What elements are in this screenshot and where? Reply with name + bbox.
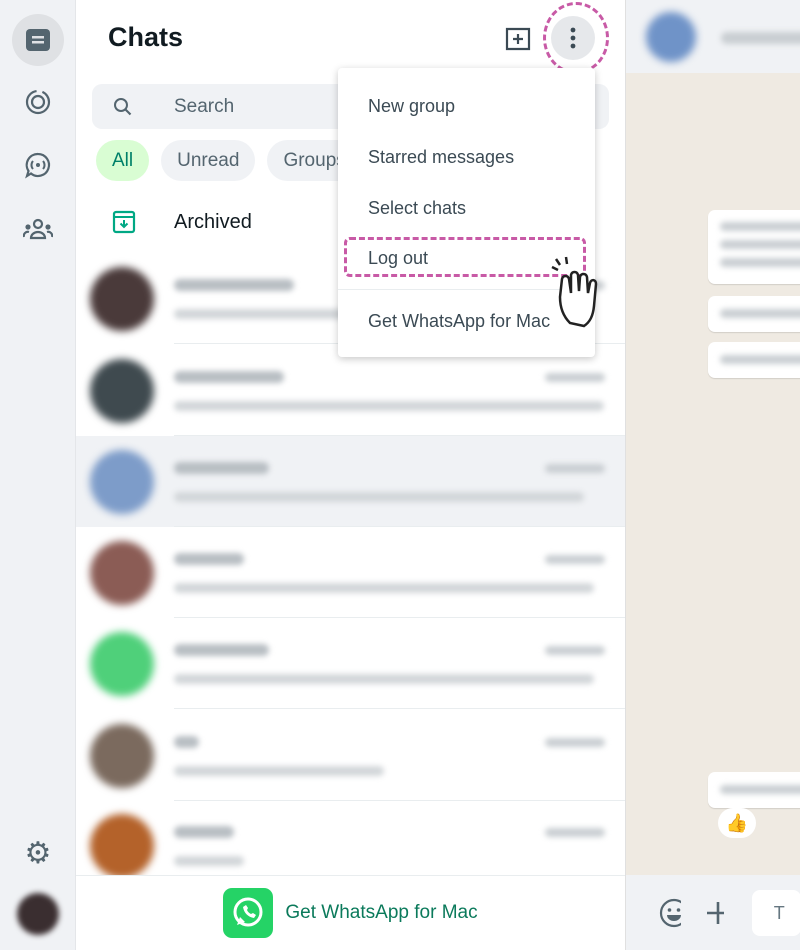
chat-name-redacted — [174, 371, 284, 383]
get-app-banner[interactable]: Get WhatsApp for Mac — [76, 875, 625, 950]
menu-item-get-whatsapp-mac[interactable]: Get WhatsApp for Mac — [368, 311, 550, 332]
conversation-header[interactable] — [626, 0, 800, 73]
chat-row[interactable] — [76, 800, 625, 878]
chat-row[interactable] — [76, 618, 625, 709]
chat-row[interactable] — [76, 345, 625, 436]
page-title: Chats — [108, 22, 184, 52]
chat-name-redacted — [174, 736, 199, 748]
chats-icon — [26, 29, 50, 51]
get-app-label: Get WhatsApp for Mac — [285, 902, 478, 923]
message-input[interactable]: T — [751, 889, 800, 936]
chat-time-redacted — [545, 555, 605, 564]
channels-icon — [25, 152, 51, 179]
chat-name-redacted — [174, 826, 234, 838]
menu-item-new-group[interactable]: New group — [368, 96, 455, 117]
attach-plus-icon[interactable] — [705, 900, 724, 926]
chat-time-redacted — [545, 646, 605, 655]
chat-row[interactable] — [76, 710, 625, 801]
chat-name-redacted — [174, 462, 269, 474]
row-divider — [174, 708, 625, 709]
chat-preview-redacted — [174, 766, 384, 776]
new-chat-button[interactable] — [496, 17, 540, 61]
message-bubble — [708, 342, 800, 378]
chat-preview-redacted — [174, 856, 244, 866]
communities-nav-button[interactable] — [12, 203, 64, 255]
chat-avatar — [90, 541, 154, 605]
profile-avatar — [17, 893, 59, 935]
whatsapp-logo-icon — [223, 888, 274, 938]
archive-icon — [112, 210, 136, 234]
chat-avatar — [90, 359, 154, 423]
reaction-badge: 👍 — [718, 808, 756, 838]
chat-avatar — [90, 814, 154, 878]
chat-avatar — [90, 267, 154, 331]
pointer-hand-icon — [551, 256, 598, 328]
menu-button-highlight — [543, 2, 609, 74]
chat-avatar — [90, 724, 154, 788]
profile-button[interactable] — [12, 888, 64, 940]
filter-unread[interactable]: Unread — [161, 140, 256, 181]
filter-all[interactable]: All — [96, 140, 150, 181]
status-icon — [25, 89, 51, 115]
chat-preview-redacted — [174, 674, 594, 684]
chat-avatar — [90, 632, 154, 696]
chat-row[interactable] — [76, 436, 625, 527]
chat-avatar — [90, 450, 154, 514]
chat-row[interactable] — [76, 527, 625, 618]
conversation-pane: 👍 T — [625, 0, 800, 950]
filter-chips: All Unread Groups — [96, 140, 362, 181]
chats-nav-button[interactable] — [12, 14, 64, 66]
message-bubble — [708, 772, 800, 808]
channels-nav-button[interactable] — [12, 139, 64, 191]
new-chat-icon — [505, 27, 531, 51]
archived-label: Archived — [174, 210, 252, 233]
chat-preview-redacted — [174, 492, 584, 502]
search-icon — [114, 97, 132, 115]
menu-item-starred-messages[interactable]: Starred messages — [368, 147, 514, 168]
chat-time-redacted — [545, 464, 605, 473]
chat-name-redacted — [174, 644, 269, 656]
search-placeholder: Search — [174, 95, 235, 117]
chat-preview-redacted — [174, 401, 604, 411]
message-bubble — [708, 296, 800, 332]
communities-icon — [23, 218, 53, 240]
contact-avatar — [646, 12, 696, 62]
chat-time-redacted — [545, 373, 605, 382]
emoji-icon[interactable] — [658, 897, 681, 929]
settings-nav-button[interactable]: ⚙ — [12, 827, 64, 879]
chat-preview-redacted — [174, 583, 594, 593]
message-bubble — [708, 210, 800, 284]
chat-name-redacted — [174, 279, 294, 291]
status-nav-button[interactable] — [12, 76, 64, 128]
settings-icon: ⚙ — [24, 836, 52, 870]
nav-rail: ⚙ — [0, 0, 76, 950]
composer: T — [626, 875, 800, 950]
chat-time-redacted — [545, 738, 605, 747]
chat-time-redacted — [545, 828, 605, 837]
chat-name-redacted — [174, 553, 244, 565]
menu-item-select-chats[interactable]: Select chats — [368, 198, 466, 219]
